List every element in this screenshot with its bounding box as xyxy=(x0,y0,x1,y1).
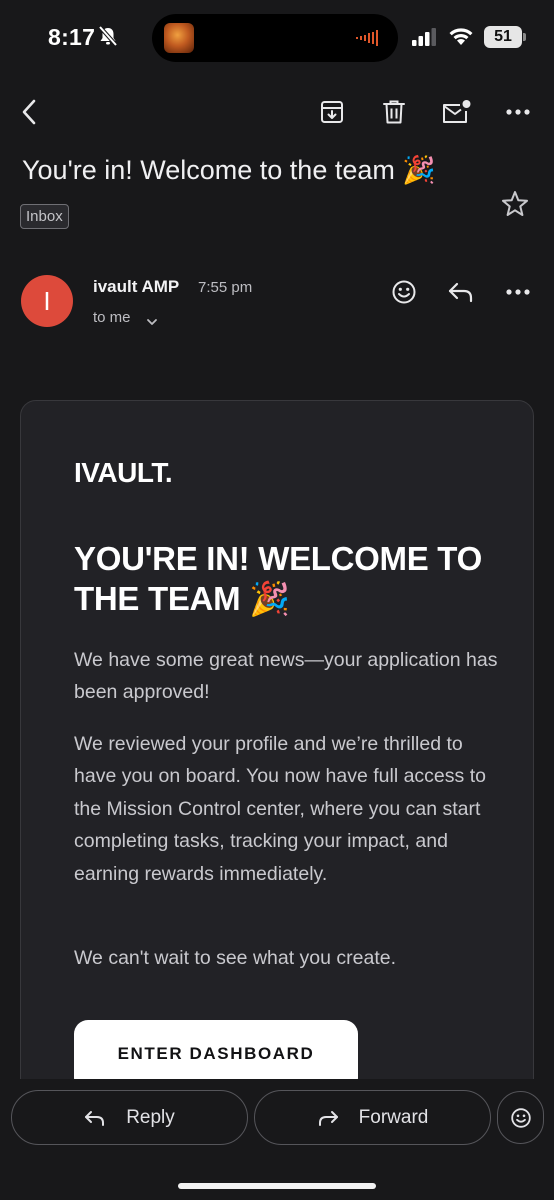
dynamic-island[interactable] xyxy=(152,14,398,62)
email-body-card: IVAULT. YOU'RE IN! WELCOME TO THE TEAM 🎉… xyxy=(20,400,534,1120)
reply-icon xyxy=(85,1110,105,1126)
now-playing-artwork xyxy=(164,23,194,53)
star-icon xyxy=(502,191,528,216)
email-toolbar xyxy=(0,88,554,136)
smiley-icon xyxy=(510,1107,531,1128)
emoji-reaction-button[interactable] xyxy=(497,1091,544,1144)
inbox-label-chip[interactable]: Inbox xyxy=(20,204,69,229)
recipient-summary[interactable]: to me xyxy=(93,309,131,326)
body-paragraph-1: We have some great news—your application… xyxy=(74,649,498,704)
more-horizontal-icon xyxy=(506,109,530,115)
chevron-left-icon xyxy=(22,99,36,125)
archive-icon xyxy=(321,101,343,123)
archive-button[interactable] xyxy=(310,88,354,136)
status-time: 8:17 xyxy=(48,24,96,50)
chevron-down-icon[interactable] xyxy=(146,313,158,331)
status-bar: 8:17 51 xyxy=(0,0,554,76)
email-subject: You're in! Welcome to the team 🎉 xyxy=(22,155,436,185)
reply-icon xyxy=(448,282,473,303)
smiley-icon xyxy=(392,280,416,304)
body-paragraph-2: We reviewed your profile and we’re thril… xyxy=(74,733,486,885)
sender-avatar[interactable]: I xyxy=(21,275,73,327)
sender-name[interactable]: ivault AMP xyxy=(93,277,179,297)
mail-unread-icon xyxy=(443,100,471,123)
reply-button[interactable]: Reply xyxy=(11,1090,248,1145)
more-options-button[interactable] xyxy=(496,88,540,136)
wifi-icon xyxy=(448,26,474,51)
reply-label: Reply xyxy=(126,1106,175,1128)
battery-nub xyxy=(523,33,526,41)
reply-header-button[interactable] xyxy=(439,272,483,312)
sent-time: 7:55 pm xyxy=(198,279,253,296)
bell-muted-icon xyxy=(98,25,118,52)
more-horizontal-icon xyxy=(506,289,530,295)
trash-icon xyxy=(383,100,405,124)
bottom-action-bar: Reply Forward xyxy=(0,1079,554,1200)
forward-button[interactable]: Forward xyxy=(254,1090,491,1145)
forward-icon xyxy=(318,1110,338,1126)
back-button[interactable] xyxy=(8,88,52,136)
email-headline: YOU'RE IN! WELCOME TO THE TEAM 🎉 xyxy=(74,540,482,617)
delete-button[interactable] xyxy=(372,88,416,136)
home-indicator[interactable] xyxy=(178,1183,376,1189)
battery-indicator: 51 xyxy=(484,26,522,48)
cellular-signal-icon xyxy=(412,28,438,51)
star-button[interactable] xyxy=(500,189,530,224)
forward-label: Forward xyxy=(358,1106,429,1128)
body-paragraph-3: We can't wait to see what you create. xyxy=(74,947,397,969)
add-reaction-button[interactable] xyxy=(382,272,426,312)
message-more-button[interactable] xyxy=(496,272,540,312)
audio-waveform-icon xyxy=(356,30,382,51)
mark-unread-button[interactable] xyxy=(434,88,478,136)
brand-logo: IVAULT. xyxy=(74,457,173,488)
